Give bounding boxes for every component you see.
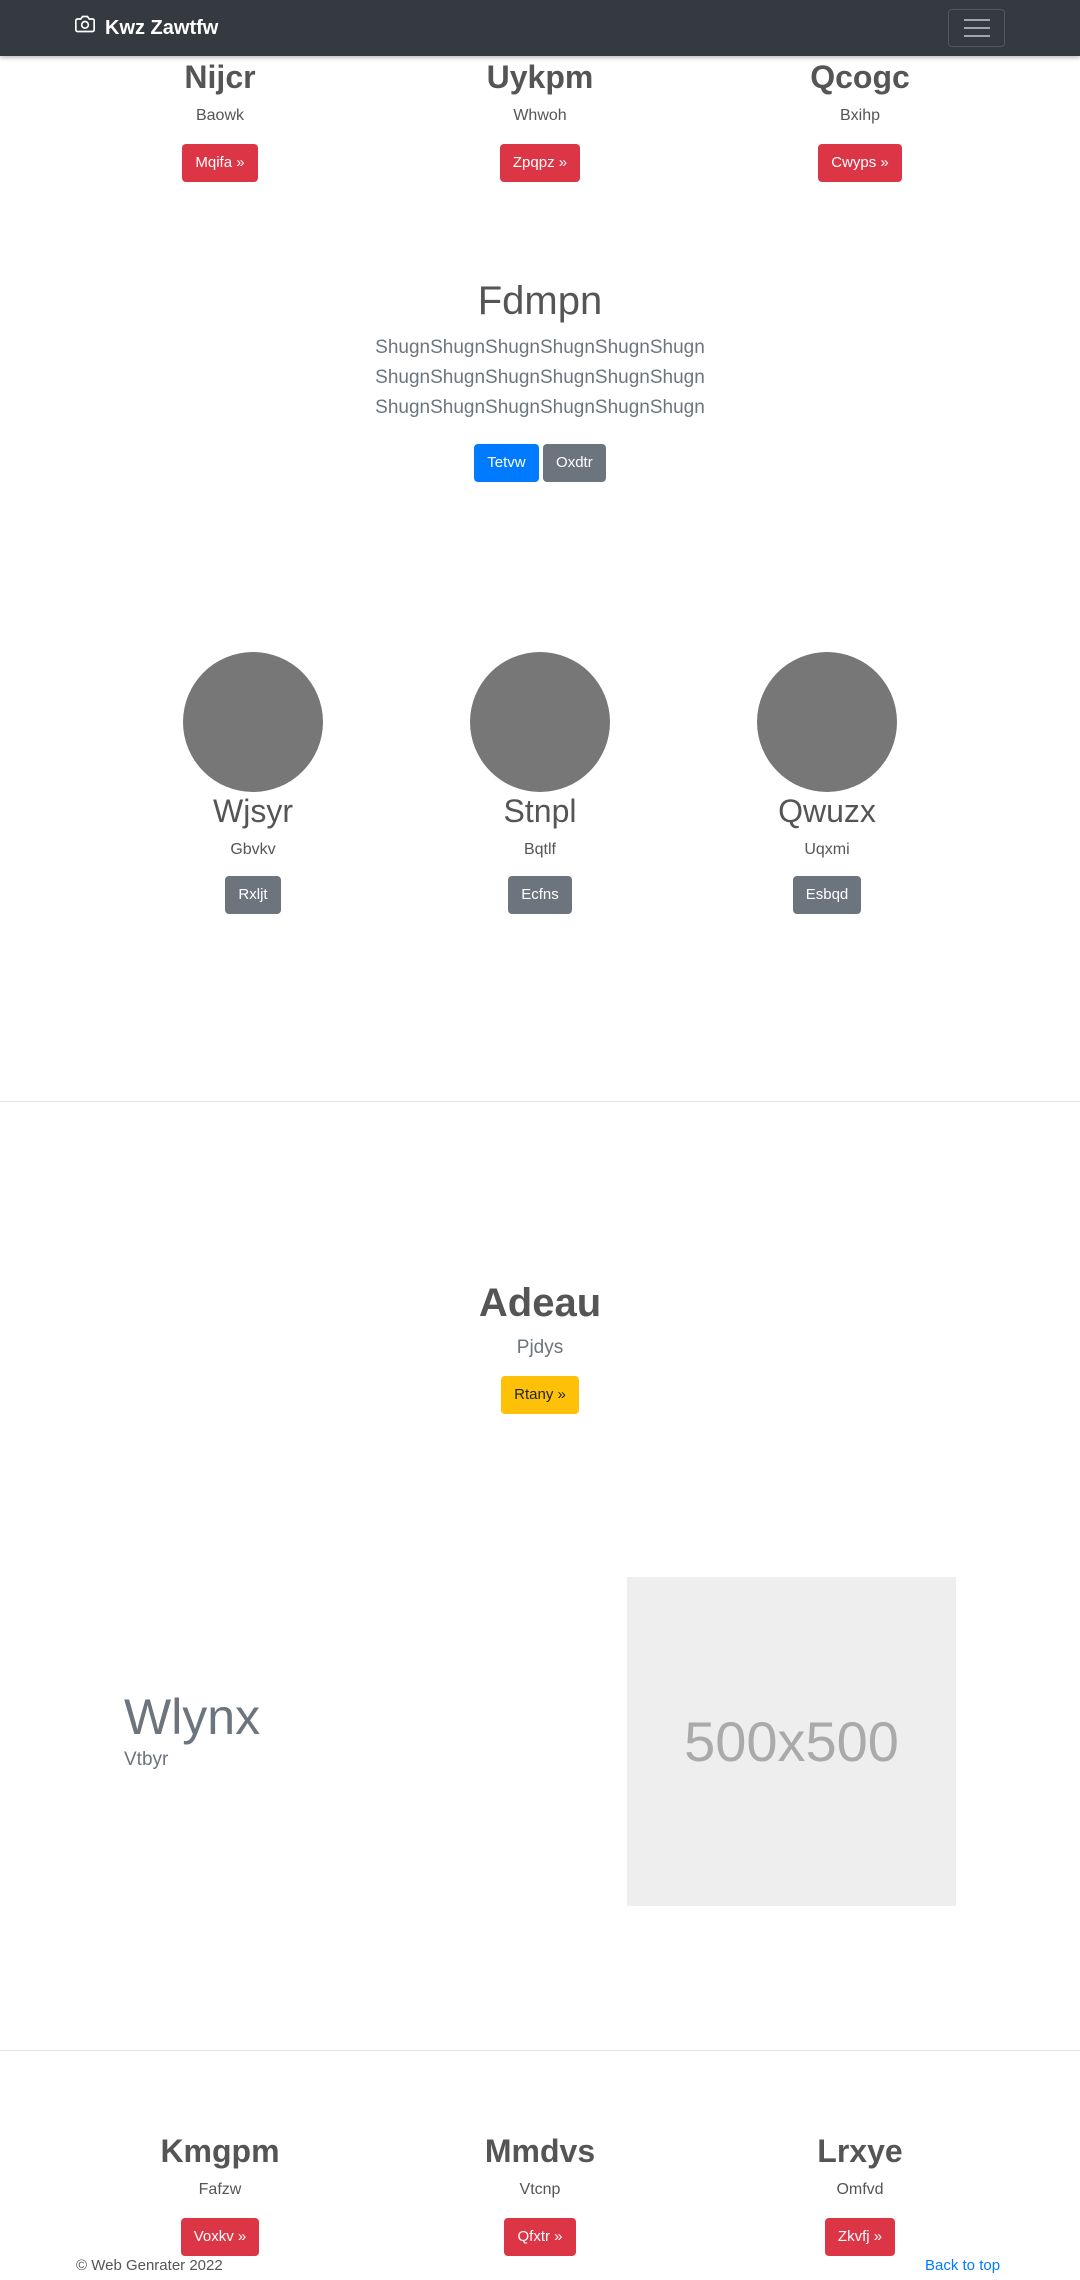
- feature-button[interactable]: Mqifa »: [182, 144, 258, 182]
- page: Kwz Zawtfw Nijcr Baowk Mqifa » Uykpm Whw…: [0, 0, 1080, 2280]
- hero-lead-line: ShugnShugnShugnShugnShugnShugn: [375, 337, 705, 358]
- feature-subtitle: Whwoh: [513, 107, 567, 124]
- placeholder-image: 500x500: [627, 1577, 956, 1906]
- camera-icon: [75, 14, 95, 42]
- feature-subtitle: Baowk: [195, 107, 245, 124]
- avatar: [470, 652, 610, 792]
- feature-card: Qcogc Bxihp Cwyps »: [710, 58, 1010, 182]
- member-name: Qwuzx: [778, 793, 876, 829]
- member-subtitle: Uqxmi: [804, 841, 850, 858]
- feature-subtitle: Omfvd: [836, 2181, 884, 2198]
- feature-card: Kmgpm Fafzw Voxkv »: [70, 2132, 370, 2256]
- team-member: Qwuzx Uqxmi Esbqd: [677, 652, 977, 914]
- feature-button[interactable]: Zkvfj »: [824, 2218, 896, 2256]
- hero-lead-line: ShugnShugnShugnShugnShugnShugn: [375, 367, 705, 388]
- hero-title: Fdmpn: [477, 279, 603, 323]
- hero-secondary-button[interactable]: Oxdtr: [543, 444, 606, 482]
- placeholder-image-label: 500x500: [684, 1710, 899, 1773]
- cta-subtitle: Pjdys: [516, 1337, 564, 1358]
- feature-subtitle: Fafzw: [198, 2181, 242, 2198]
- feature-subtitle: Vtcnp: [519, 2181, 561, 2198]
- feature-title: Qcogc: [810, 59, 910, 95]
- feature-card: Uykpm Whwoh Zpqpz »: [390, 58, 690, 182]
- section-divider: [0, 1101, 1080, 1102]
- feature-card: Lrxye Omfvd Zkvfj »: [710, 2132, 1010, 2256]
- member-name: Wjsyr: [213, 793, 293, 829]
- feature-row-text: Wlynx Vtbyr: [124, 1688, 260, 1772]
- section-divider: [0, 2050, 1080, 2051]
- feature-button[interactable]: Qfxtr »: [504, 2218, 576, 2256]
- hero-section: Fdmpn ShugnShugnShugnShugnShugnShugn Shu…: [240, 277, 840, 482]
- hamburger-icon: [963, 19, 990, 21]
- feature-card: Nijcr Baowk Mqifa »: [70, 58, 370, 182]
- feature-row-heading: Wlynx: [124, 1689, 261, 1745]
- feature-title: Uykpm: [486, 59, 594, 95]
- team-member: Stnpl Bqtlf Ecfns: [390, 652, 690, 914]
- back-to-top-link[interactable]: Back to top: [925, 2257, 1000, 2274]
- feature-title: Kmgpm: [160, 2133, 280, 2169]
- member-subtitle: Bqtlf: [523, 841, 556, 858]
- feature-button[interactable]: Zpqpz »: [499, 144, 581, 182]
- brand-label: Kwz Zawtfw: [105, 17, 219, 39]
- cta-section: Adeau Pjdys Rtany »: [340, 1280, 740, 1414]
- footer-copyright: © Web Genrater 2022: [76, 2257, 223, 2274]
- member-button[interactable]: Ecfns: [508, 876, 572, 914]
- member-subtitle: Gbvkv: [230, 841, 276, 858]
- hero-lead-line: ShugnShugnShugnShugnShugnShugn: [375, 397, 705, 418]
- feature-card: Mmdvs Vtcnp Qfxtr »: [390, 2132, 690, 2256]
- cta-title: Adeau: [478, 1281, 602, 1325]
- feature-title: Mmdvs: [484, 2133, 596, 2169]
- feature-title: Lrxye: [817, 2133, 903, 2169]
- navbar: Kwz Zawtfw: [0, 0, 1080, 56]
- feature-button[interactable]: Cwyps »: [818, 144, 902, 182]
- avatar: [183, 652, 323, 792]
- navbar-brand[interactable]: Kwz Zawtfw: [75, 14, 218, 42]
- cta-button[interactable]: Rtany »: [501, 1376, 579, 1414]
- member-button[interactable]: Esbqd: [792, 876, 862, 914]
- feature-subtitle: Bxihp: [839, 107, 881, 124]
- team-member: Wjsyr Gbvkv Rxljt: [103, 652, 403, 914]
- feature-row-subheading: Vtbyr: [124, 1749, 169, 1770]
- hero-primary-button[interactable]: Tetvw: [474, 444, 539, 482]
- avatar: [757, 652, 897, 792]
- member-button[interactable]: Rxljt: [225, 876, 281, 914]
- member-name: Stnpl: [503, 793, 577, 829]
- feature-title: Nijcr: [184, 59, 256, 95]
- navbar-toggler-button[interactable]: [948, 9, 1005, 47]
- feature-button[interactable]: Voxkv »: [180, 2218, 260, 2256]
